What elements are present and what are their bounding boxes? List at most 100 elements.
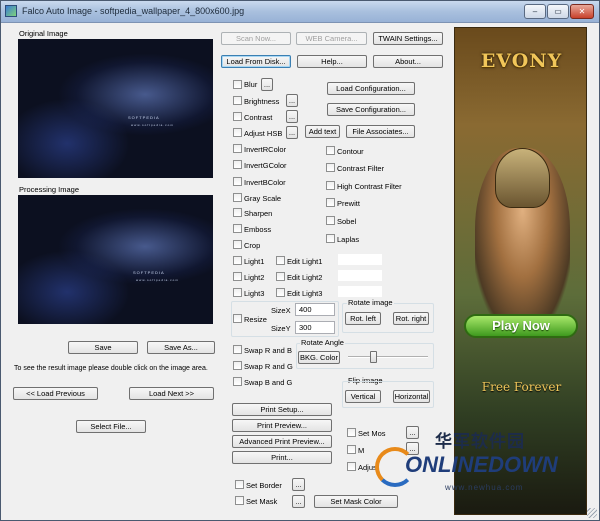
light2-checkbox[interactable] — [233, 272, 242, 281]
adjust-checkbox[interactable] — [347, 462, 356, 471]
contrast-label: Contrast — [244, 113, 273, 122]
original-image-watermark-sub: www.softpedia.com — [131, 123, 174, 127]
swap-rb-checkbox[interactable] — [233, 345, 242, 354]
original-image[interactable]: SOFTPEDIA www.softpedia.com — [18, 39, 213, 178]
sobel-checkbox[interactable] — [326, 216, 335, 225]
brightness-options-button[interactable]: ... — [286, 94, 298, 107]
watermark-brand: ONLINEDOWN — [405, 452, 558, 477]
invert-b-label: InvertBColor — [244, 178, 286, 187]
web-camera-button[interactable]: WEB Camera... — [296, 32, 367, 45]
hint-text: To see the result image please double cl… — [14, 365, 208, 372]
flip-horizontal-button[interactable]: Horizontal — [393, 390, 430, 403]
sizey-label: SizeY — [271, 324, 291, 333]
sizey-input[interactable]: 300 — [295, 321, 335, 334]
processing-image-watermark: SOFTPEDIA — [133, 270, 165, 275]
gray-scale-checkbox[interactable] — [233, 193, 242, 202]
print-button[interactable]: Print... — [232, 451, 332, 464]
invert-b-checkbox[interactable] — [233, 177, 242, 186]
save-button[interactable]: Save — [68, 341, 138, 354]
rotate-right-button[interactable]: Rot. right — [393, 312, 429, 325]
about-button[interactable]: About... — [373, 55, 443, 68]
contour-checkbox[interactable] — [326, 146, 335, 155]
adjust-hsb-options-button[interactable]: ... — [286, 126, 298, 139]
ad-play-now-button[interactable]: Play Now — [464, 314, 578, 338]
flip-vertical-button[interactable]: Vertical — [345, 390, 381, 403]
crop-checkbox[interactable] — [233, 240, 242, 249]
resize-grip[interactable] — [587, 508, 597, 518]
print-setup-button[interactable]: Print Setup... — [232, 403, 332, 416]
brightness-label: Brightness — [244, 97, 280, 106]
app-icon — [5, 5, 17, 17]
light3-color-swatch[interactable] — [338, 286, 382, 297]
ad-logo: EVONY — [480, 50, 563, 72]
watermark-url: www.newhua.com — [445, 483, 524, 492]
maximize-button[interactable]: ▭ — [547, 4, 569, 19]
set-border-options-button[interactable]: ... — [292, 478, 305, 491]
window-title: Falco Auto Image - softpedia_wallpaper_4… — [22, 6, 245, 16]
set-mosaic-checkbox[interactable] — [347, 428, 356, 437]
advanced-print-preview-button[interactable]: Advanced Print Preview... — [232, 435, 332, 448]
high-contrast-filter-checkbox[interactable] — [326, 181, 335, 190]
brightness-checkbox[interactable] — [233, 96, 242, 105]
select-file-button[interactable]: Select File... — [76, 420, 146, 433]
load-from-disk-button[interactable]: Load From Disk... — [221, 55, 291, 68]
load-previous-button[interactable]: << Load Previous — [13, 387, 98, 400]
resize-checkbox[interactable] — [233, 314, 242, 323]
adjust-hsb-checkbox[interactable] — [233, 128, 242, 137]
swap-rg-checkbox[interactable] — [233, 361, 242, 370]
sharpen-label: Sharpen — [244, 209, 273, 218]
set-mask-label: Set Mask — [246, 497, 278, 506]
adjust-hsb-label: Adjust HSB — [244, 129, 283, 138]
high-contrast-filter-label: High Contrast Filter — [337, 182, 402, 191]
load-next-button[interactable]: Load Next >> — [129, 387, 214, 400]
scan-now-button[interactable]: Scan Now... — [221, 32, 291, 45]
add-text-button[interactable]: Add text — [305, 125, 340, 138]
sizex-label: SizeX — [271, 306, 291, 315]
prewitt-label: Prewitt — [337, 199, 360, 208]
set-mask-checkbox[interactable] — [235, 496, 244, 505]
set-mask-options-button[interactable]: ... — [292, 495, 305, 508]
emboss-checkbox[interactable] — [233, 224, 242, 233]
contrast-filter-checkbox[interactable] — [326, 163, 335, 172]
blur-options-button[interactable]: ... — [261, 78, 273, 91]
close-button[interactable]: ✕ — [570, 4, 594, 19]
processing-image-watermark-sub: www.softpedia.com — [136, 278, 179, 282]
bkg-color-button[interactable]: BKG. Color — [298, 351, 340, 364]
sharpen-checkbox[interactable] — [233, 208, 242, 217]
twain-settings-button[interactable]: TWAIN Settings... — [373, 32, 443, 45]
load-configuration-button[interactable]: Load Configuration... — [327, 82, 415, 95]
processing-image[interactable]: SOFTPEDIA www.softpedia.com — [18, 195, 213, 324]
edit-light2-checkbox[interactable] — [276, 272, 285, 281]
invert-r-checkbox[interactable] — [233, 144, 242, 153]
save-configuration-button[interactable]: Save Configuration... — [327, 103, 415, 116]
invert-g-checkbox[interactable] — [233, 160, 242, 169]
light3-checkbox[interactable] — [233, 288, 242, 297]
light2-label: Light2 — [244, 273, 265, 282]
processing-image-label: Processing Image — [19, 185, 80, 194]
contrast-checkbox[interactable] — [233, 112, 242, 121]
rotate-left-button[interactable]: Rot. left — [345, 312, 381, 325]
watermark-chinese-text: 华军软件园 — [435, 432, 525, 451]
rotate-angle-track — [348, 356, 428, 358]
blur-checkbox[interactable] — [233, 80, 242, 89]
original-image-label: Original Image — [19, 29, 68, 38]
swap-bg-checkbox[interactable] — [233, 377, 242, 386]
light1-checkbox[interactable] — [233, 256, 242, 265]
light1-color-swatch[interactable] — [338, 254, 382, 265]
prewitt-checkbox[interactable] — [326, 198, 335, 207]
file-associates-button[interactable]: File Associates... — [346, 125, 415, 138]
set-border-checkbox[interactable] — [235, 480, 244, 489]
help-button[interactable]: Help... — [297, 55, 367, 68]
edit-light3-checkbox[interactable] — [276, 288, 285, 297]
edit-light1-checkbox[interactable] — [276, 256, 285, 265]
sizex-input[interactable]: 400 — [295, 303, 335, 316]
contrast-options-button[interactable]: ... — [286, 110, 298, 123]
save-as-button[interactable]: Save As... — [147, 341, 215, 354]
laplas-checkbox[interactable] — [326, 234, 335, 243]
print-preview-button[interactable]: Print Preview... — [232, 419, 332, 432]
minimize-button[interactable]: ‒ — [524, 4, 546, 19]
invert-r-label: InvertRColor — [244, 145, 287, 154]
m-checkbox[interactable] — [347, 445, 356, 454]
light2-color-swatch[interactable] — [338, 270, 382, 281]
rotate-angle-slider[interactable] — [369, 351, 377, 363]
